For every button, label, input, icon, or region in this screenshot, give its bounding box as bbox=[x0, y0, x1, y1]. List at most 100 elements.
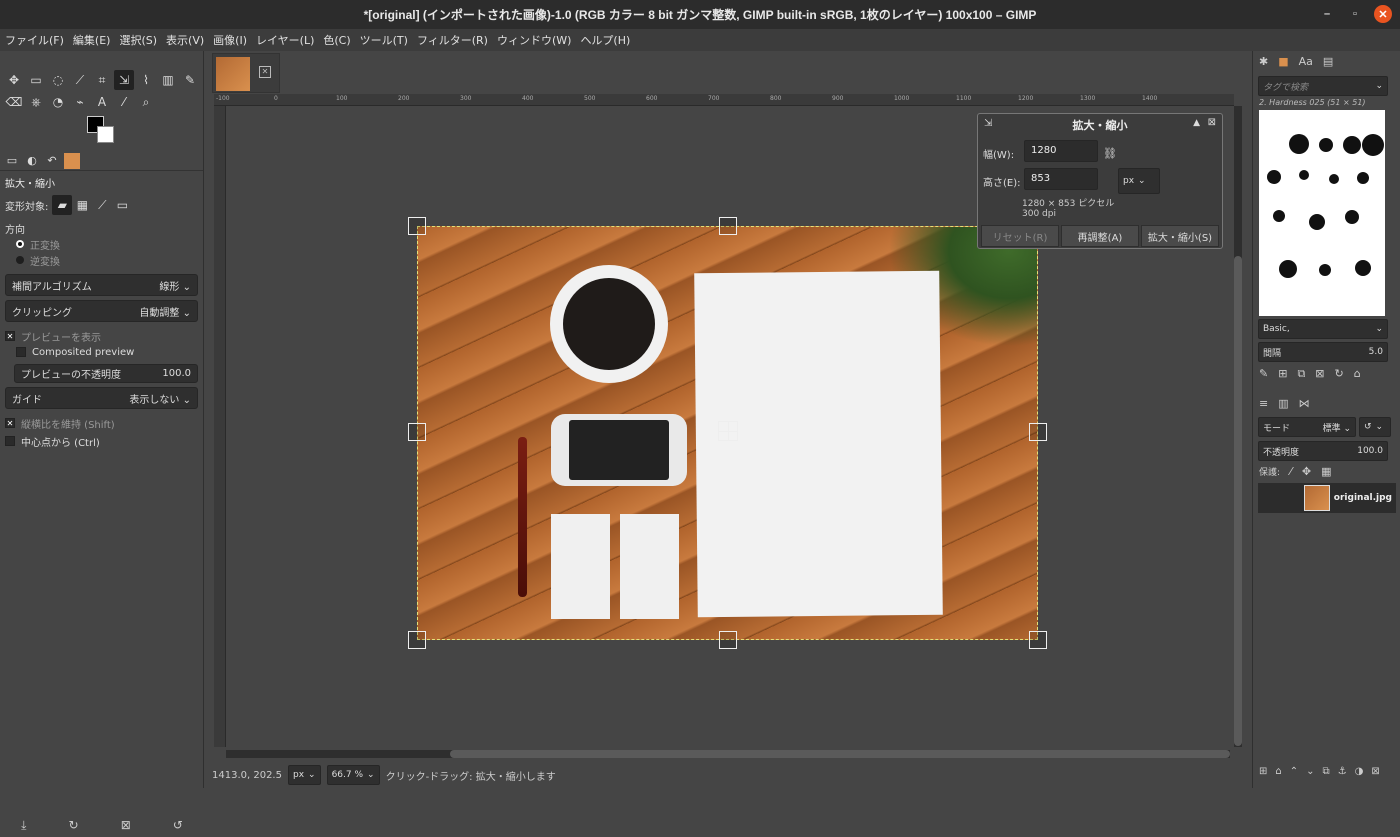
brush-item[interactable] bbox=[1355, 260, 1371, 276]
brush-item[interactable] bbox=[1299, 170, 1309, 180]
zoom-value[interactable]: 66.7 % bbox=[332, 770, 363, 780]
keep-aspect-checkbox[interactable]: ✕ bbox=[5, 418, 15, 428]
layer-composite-combo[interactable]: ↺ ⌄ bbox=[1359, 417, 1391, 437]
paths-tab-icon[interactable]: ⋈ bbox=[1299, 397, 1310, 410]
image-tab[interactable]: ✕ bbox=[212, 53, 280, 93]
menu-help[interactable]: ヘルプ(H) bbox=[580, 32, 630, 48]
scroll-thumb[interactable] bbox=[450, 750, 1230, 758]
brush-preset-combo[interactable]: Basic, ⌄ bbox=[1258, 319, 1388, 339]
brush-item[interactable] bbox=[1273, 210, 1285, 222]
direction-forward-radio[interactable] bbox=[16, 240, 24, 248]
layers-tab-icon[interactable]: ≡ bbox=[1259, 397, 1268, 410]
refresh-brushes-icon[interactable]: ↻ bbox=[1335, 367, 1344, 381]
open-folder-icon[interactable]: ⌂ bbox=[1354, 367, 1361, 381]
bucket-tool-icon[interactable]: ▥ bbox=[158, 70, 178, 90]
close-icon[interactable]: ✕ bbox=[259, 66, 271, 78]
transform-handle-bottom-left[interactable] bbox=[408, 631, 426, 649]
transform-center-handle[interactable] bbox=[718, 421, 738, 441]
menu-colors[interactable]: 色(C) bbox=[323, 32, 350, 48]
scale-tool-icon[interactable]: ⇲ bbox=[114, 70, 134, 90]
composited-preview-checkbox[interactable] bbox=[16, 347, 26, 357]
spacing-value[interactable]: 5.0 bbox=[1369, 347, 1383, 357]
transform-path-icon[interactable]: ⟋ bbox=[92, 195, 112, 215]
paths-tool-icon[interactable]: ⌁ bbox=[70, 92, 90, 112]
raise-layer-icon[interactable]: ⌃ bbox=[1290, 766, 1298, 777]
preview-opacity-slider[interactable]: プレビューの不透明度 100.0 bbox=[14, 364, 198, 383]
brush-item[interactable] bbox=[1343, 136, 1361, 154]
opacity-value[interactable]: 100.0 bbox=[1357, 446, 1383, 456]
show-preview-row[interactable]: ✕ プレビューを表示 bbox=[0, 328, 203, 344]
new-brush-icon[interactable]: ⊞ bbox=[1278, 367, 1287, 381]
collapse-icon[interactable]: ▲ bbox=[1193, 118, 1200, 128]
scroll-thumb[interactable] bbox=[1234, 256, 1242, 746]
duplicate-brush-icon[interactable]: ⧉ bbox=[1297, 367, 1305, 381]
height-input[interactable]: 853 bbox=[1024, 168, 1098, 190]
transform-handle-bottom[interactable] bbox=[719, 631, 737, 649]
spacing-slider[interactable]: 間隔 5.0 bbox=[1258, 342, 1388, 362]
gradients-tab-icon[interactable]: ▤ bbox=[1323, 55, 1333, 68]
clone-tool-icon[interactable]: ⎈ bbox=[26, 92, 46, 112]
menu-edit[interactable]: 編集(E) bbox=[73, 32, 111, 48]
delete-brush-icon[interactable]: ⊠ bbox=[1315, 367, 1324, 381]
transform-image-icon[interactable]: ▭ bbox=[112, 195, 132, 215]
duplicate-layer-icon[interactable]: ⧉ bbox=[1323, 766, 1330, 777]
paintbrush-tool-icon[interactable]: ✎ bbox=[180, 70, 200, 90]
close-button[interactable]: ✕ bbox=[1374, 5, 1392, 23]
from-center-checkbox[interactable] bbox=[5, 436, 15, 446]
brush-item[interactable] bbox=[1362, 134, 1384, 156]
new-layer-icon[interactable]: ⊞ bbox=[1259, 766, 1267, 777]
maximize-button[interactable]: ▫ bbox=[1346, 5, 1364, 23]
delete-options-icon[interactable]: ⊠ bbox=[121, 818, 131, 832]
brush-item[interactable] bbox=[1319, 264, 1331, 276]
crop-tool-icon[interactable]: ⌗ bbox=[92, 70, 112, 90]
patterns-tab-icon[interactable]: ■ bbox=[1278, 55, 1288, 68]
width-input[interactable]: 1280 bbox=[1024, 140, 1098, 162]
brush-item[interactable] bbox=[1357, 172, 1369, 184]
brush-grid[interactable] bbox=[1259, 110, 1385, 316]
warp-tool-icon[interactable]: ⌇ bbox=[136, 70, 156, 90]
tool-options-tab-icon[interactable]: ▭ bbox=[4, 153, 20, 169]
reset-options-icon[interactable]: ↺ bbox=[173, 818, 183, 832]
direction-forward-row[interactable]: 正変換 bbox=[0, 236, 203, 252]
edit-brush-icon[interactable]: ✎ bbox=[1259, 367, 1268, 381]
close-icon[interactable]: ⊠ bbox=[1208, 117, 1216, 128]
transform-handle-right[interactable] bbox=[1029, 423, 1047, 441]
readjust-button[interactable]: 再調整(A) bbox=[1061, 225, 1139, 247]
horizontal-ruler[interactable]: -100 0 100 200 300 400 500 600 700 800 9… bbox=[214, 94, 1234, 106]
menu-select[interactable]: 選択(S) bbox=[119, 32, 157, 48]
unit-combo[interactable]: px ⌄ bbox=[1118, 168, 1160, 194]
menu-view[interactable]: 表示(V) bbox=[166, 32, 204, 48]
transform-layer-icon[interactable]: ▰ bbox=[52, 195, 73, 215]
zoom-tool-icon[interactable]: ⌕ bbox=[136, 92, 156, 112]
delete-layer-icon[interactable]: ⊠ bbox=[1371, 766, 1379, 777]
fonts-tab-icon[interactable]: Aa bbox=[1299, 55, 1313, 68]
lasso-tool-icon[interactable]: ◌ bbox=[48, 70, 68, 90]
direction-backward-radio[interactable] bbox=[16, 256, 24, 264]
lock-position-icon[interactable]: ✥ bbox=[1302, 465, 1311, 478]
brush-item[interactable] bbox=[1309, 214, 1325, 230]
menu-filters[interactable]: フィルター(R) bbox=[417, 32, 488, 48]
show-preview-checkbox[interactable]: ✕ bbox=[5, 331, 15, 341]
vertical-ruler[interactable] bbox=[214, 106, 226, 747]
restore-options-icon[interactable]: ↻ bbox=[69, 818, 79, 832]
smudge-tool-icon[interactable]: ◔ bbox=[48, 92, 68, 112]
device-status-tab-icon[interactable]: ◐ bbox=[24, 153, 40, 169]
mask-layer-icon[interactable]: ◑ bbox=[1355, 766, 1364, 777]
transform-handle-bottom-right[interactable] bbox=[1029, 631, 1047, 649]
eraser-tool-icon[interactable]: ⌫ bbox=[4, 92, 24, 112]
horizontal-scrollbar[interactable] bbox=[226, 750, 1230, 758]
transform-handle-top-left[interactable] bbox=[408, 217, 426, 235]
chain-link-icon[interactable]: ⛓ bbox=[1103, 148, 1117, 159]
anchor-layer-icon[interactable]: ⚓ bbox=[1338, 766, 1347, 777]
new-group-icon[interactable]: ⌂ bbox=[1275, 766, 1281, 777]
menu-windows[interactable]: ウィンドウ(W) bbox=[497, 32, 571, 48]
scale-button[interactable]: 拡大・縮小(S) bbox=[1141, 225, 1219, 247]
brush-item[interactable] bbox=[1279, 260, 1297, 278]
minimize-button[interactable]: – bbox=[1318, 5, 1336, 23]
transform-handle-left[interactable] bbox=[408, 423, 426, 441]
lower-layer-icon[interactable]: ⌄ bbox=[1306, 766, 1314, 777]
color-picker-tool-icon[interactable]: ⁄ bbox=[114, 92, 134, 112]
composited-preview-row[interactable]: Composited preview bbox=[0, 344, 203, 360]
layer-name[interactable]: original.jpg bbox=[1334, 493, 1392, 503]
undo-history-tab-icon[interactable]: ↶ bbox=[44, 153, 60, 169]
